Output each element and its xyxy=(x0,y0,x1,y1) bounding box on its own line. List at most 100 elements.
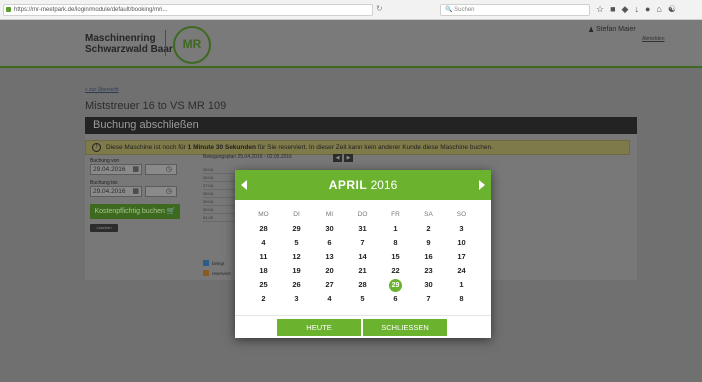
calendar-day[interactable]: 19 xyxy=(280,264,313,278)
calendar-day[interactable]: 11 xyxy=(247,250,280,264)
datepicker-year: 2016 xyxy=(370,178,398,192)
next-month-icon[interactable] xyxy=(479,180,485,190)
calendar-day[interactable]: 1 xyxy=(445,278,478,292)
calendar-day[interactable]: 26 xyxy=(280,278,313,292)
calendar-day[interactable]: 1 xyxy=(379,222,412,236)
weekday-label: MI xyxy=(325,211,334,218)
close-button[interactable]: SCHLIESSEN xyxy=(363,319,447,336)
booking-to-date-input[interactable]: 29.04.2016 ▦ xyxy=(90,186,142,197)
calendar-day[interactable]: 3 xyxy=(445,222,478,236)
calendar-day-number: 9 xyxy=(426,238,431,247)
weekday-label: DI xyxy=(293,211,300,218)
calendar-day[interactable]: 7 xyxy=(412,292,445,306)
calendar-day[interactable]: 8 xyxy=(445,292,478,306)
calendar-day[interactable]: 14 xyxy=(346,250,379,264)
logout-link[interactable]: Abmelden xyxy=(642,36,665,42)
calendar-day[interactable]: 7 xyxy=(346,236,379,250)
calendar-day-number: 28 xyxy=(259,224,268,233)
legend-booked-label: belegt xyxy=(212,260,225,266)
calendar-day[interactable]: 3 xyxy=(280,292,313,306)
cart-icon: 🛒 xyxy=(166,208,176,215)
clock-icon: ◷ xyxy=(165,166,172,173)
calendar-day[interactable]: 28 xyxy=(247,222,280,236)
browser-toolbar: https://mr-meetpark.de/login/module/defa… xyxy=(0,0,702,20)
extension-icon[interactable]: ☯ xyxy=(668,4,676,15)
clear-button[interactable]: Löschen xyxy=(90,224,118,232)
calendar-day-number: 27 xyxy=(325,280,334,289)
calendar-day-number: 2 xyxy=(426,224,431,233)
weekday-label: DO xyxy=(357,211,368,218)
calendar-day[interactable]: 10 xyxy=(445,236,478,250)
home-icon[interactable]: ⌂ xyxy=(656,4,661,15)
sync-icon[interactable]: ● xyxy=(645,4,650,15)
calendar-day-number: 3 xyxy=(294,294,299,303)
calendar-day[interactable]: 2 xyxy=(247,292,280,306)
calendar-day-number: 1 xyxy=(459,280,464,289)
calendar-day[interactable]: 5 xyxy=(346,292,379,306)
calendar-day[interactable]: 13 xyxy=(313,250,346,264)
calendar-day[interactable]: 9 xyxy=(412,236,445,250)
legend-reserved-label: reserviert xyxy=(212,270,231,276)
calendar-day-number: 29 xyxy=(292,224,301,233)
calendar-day[interactable]: 8 xyxy=(379,236,412,250)
weekday-label: FR xyxy=(391,211,400,218)
calendar-day[interactable]: 30 xyxy=(412,278,445,292)
download-icon[interactable]: ↓ xyxy=(634,4,639,15)
plan-prev-button[interactable]: ◀ xyxy=(333,154,342,162)
calendar-day[interactable]: 30 xyxy=(313,222,346,236)
calendar-day[interactable]: 5 xyxy=(280,236,313,250)
calendar-day[interactable]: 15 xyxy=(379,250,412,264)
star-icon[interactable]: ☆ xyxy=(596,4,604,15)
booking-from-time-input[interactable]: ◷ xyxy=(145,164,177,175)
calendar-day[interactable]: 25 xyxy=(247,278,280,292)
reload-icon[interactable]: ↻ xyxy=(376,4,383,13)
calendar-day-number: 4 xyxy=(261,238,266,247)
calendar-day[interactable]: 18 xyxy=(247,264,280,278)
calendar-day-number: 7 xyxy=(360,238,365,247)
calendar-icon[interactable]: ▦ xyxy=(132,187,139,196)
booking-to-time-input[interactable]: ◷ xyxy=(145,186,177,197)
calendar-day[interactable]: 22 xyxy=(379,264,412,278)
calendar-day[interactable]: 24 xyxy=(445,264,478,278)
calendar-day[interactable]: 20 xyxy=(313,264,346,278)
calendar-day[interactable]: 2 xyxy=(412,222,445,236)
calendar-day[interactable]: 6 xyxy=(379,292,412,306)
back-to-overview-link[interactable]: « zur Übersicht xyxy=(85,87,119,93)
calendar-day-number: 22 xyxy=(391,266,400,275)
mr-logo[interactable]: MR xyxy=(173,26,211,64)
address-bar[interactable]: https://mr-meetpark.de/login/module/defa… xyxy=(3,4,373,16)
calendar-day[interactable]: 6 xyxy=(313,236,346,250)
calendar-icon[interactable]: ▦ xyxy=(132,165,139,174)
pocket-icon[interactable]: ◆ xyxy=(622,4,629,15)
datepicker-footer: HEUTE SCHLIESSEN xyxy=(235,315,491,338)
booking-from-date-input[interactable]: 29.04.2016 ▦ xyxy=(90,164,142,175)
today-button[interactable]: HEUTE xyxy=(277,319,361,336)
library-icon[interactable]: ■ xyxy=(610,4,615,15)
calendar-day[interactable]: 21 xyxy=(346,264,379,278)
book-button[interactable]: Kostenpflichtig buchen 🛒 xyxy=(90,204,180,219)
calendar-day-number: 11 xyxy=(259,252,268,261)
calendar-day-number: 26 xyxy=(292,280,301,289)
calendar-week-row: 2 3 4 5 6 7 8 xyxy=(247,292,479,306)
calendar-day[interactable]: 12 xyxy=(280,250,313,264)
calendar-day-number: 30 xyxy=(424,280,433,289)
calendar-day[interactable]: 4 xyxy=(247,236,280,250)
calendar-day[interactable]: 29 xyxy=(280,222,313,236)
brand-name[interactable]: Maschinenring Schwarzwald Baar xyxy=(85,33,173,55)
calendar-day[interactable]: 31 xyxy=(346,222,379,236)
plan-next-button[interactable]: ▶ xyxy=(344,154,353,162)
browser-search-input[interactable]: 🔍 Suchen xyxy=(440,4,590,16)
calendar-day[interactable]: 23 xyxy=(412,264,445,278)
calendar-day[interactable]: 4 xyxy=(313,292,346,306)
calendar-day[interactable]: 27 xyxy=(313,278,346,292)
datepicker-title: APRIL 2016 xyxy=(235,170,491,200)
calendar-day[interactable]: 16 xyxy=(412,250,445,264)
calendar-day[interactable]: 17 xyxy=(445,250,478,264)
legend-swatch-booked xyxy=(203,260,209,266)
calendar-day[interactable]: 28 xyxy=(346,278,379,292)
calendar-day-number: 3 xyxy=(459,224,464,233)
calendar-day-selected[interactable]: 29 xyxy=(379,278,412,292)
legend-swatch-reserved xyxy=(203,270,209,276)
search-placeholder: Suchen xyxy=(454,7,475,13)
calendar-day-number: 14 xyxy=(358,252,367,261)
